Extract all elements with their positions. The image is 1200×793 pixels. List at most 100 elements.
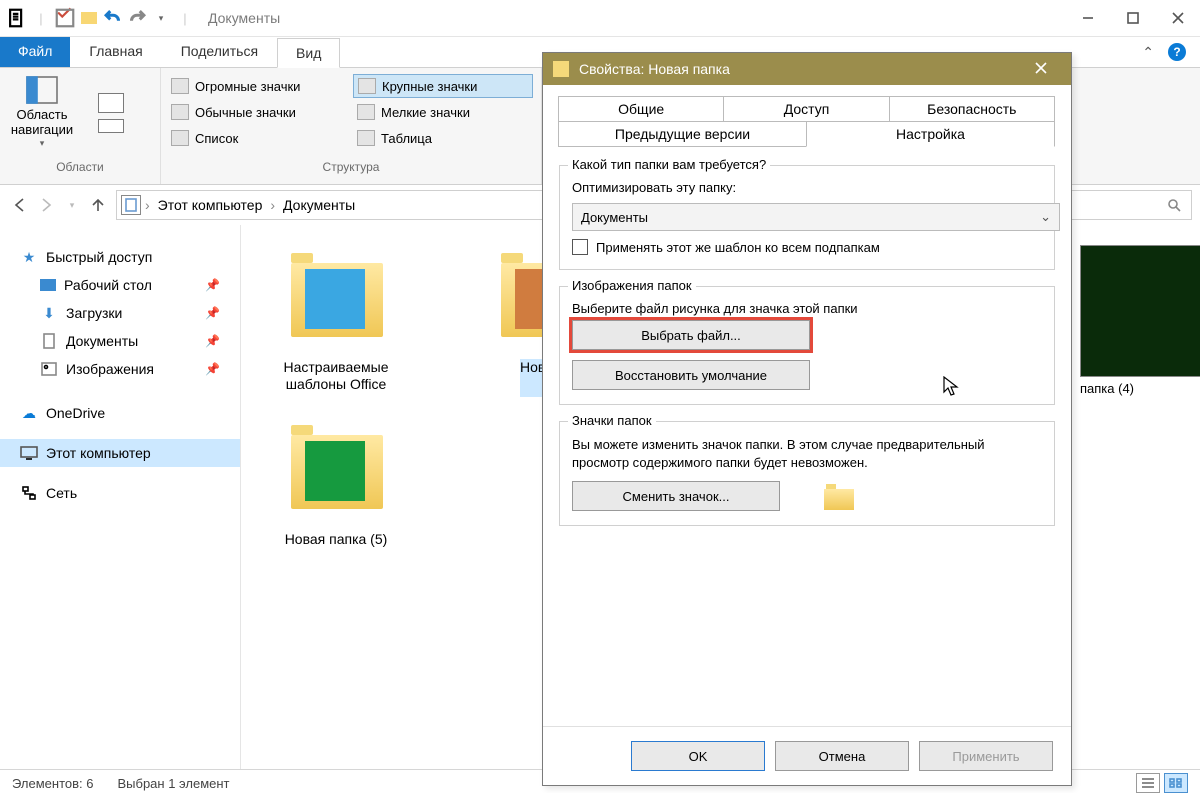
dialog-tab-share[interactable]: Доступ <box>723 96 889 122</box>
fs-folder-images: Изображения папок Выберите файл рисунка … <box>559 286 1055 405</box>
tab-share[interactable]: Поделиться <box>162 37 277 67</box>
layout-list[interactable]: Список <box>167 126 347 150</box>
folder-label: Новая папка (5) <box>285 531 388 569</box>
computer-icon <box>20 444 38 462</box>
minimize-button[interactable] <box>1065 3 1110 33</box>
folder-item[interactable]: Настраиваемые шаблоны Office <box>261 245 411 397</box>
folder-item[interactable]: Новая папка (5) <box>261 417 411 569</box>
maximize-button[interactable] <box>1110 3 1155 33</box>
ribbon-group-layout-label: Структура <box>161 156 541 176</box>
qat-separator: | <box>30 7 52 29</box>
desktop-icon <box>40 279 56 291</box>
dialog-tabs: Общие Доступ Безопасность Предыдущие вер… <box>559 97 1055 147</box>
folder-label: Настраиваемые шаблоны Office <box>261 359 411 397</box>
folder-icon <box>281 417 391 527</box>
tree-onedrive[interactable]: ☁OneDrive <box>0 399 240 427</box>
tree-quick-access[interactable]: ★Быстрый доступ <box>0 243 240 271</box>
chevron-down-icon: ▾ <box>40 138 45 148</box>
ribbon-group-panes-label: Области <box>0 156 160 176</box>
dialog-folder-icon <box>553 61 569 77</box>
folder-label: папка (4) <box>1080 381 1200 396</box>
dialog-tab-security[interactable]: Безопасность <box>889 96 1055 122</box>
folder-preview-icon <box>824 484 854 510</box>
onedrive-icon: ☁ <box>20 404 38 422</box>
dialog-tab-general[interactable]: Общие <box>558 96 724 122</box>
layout-small-icons[interactable]: Мелкие значки <box>353 100 533 124</box>
change-icon-button[interactable]: Сменить значок... <box>572 481 780 511</box>
folder-icon <box>1080 245 1200 377</box>
tree-downloads[interactable]: ⬇Загрузки📌 <box>0 299 240 327</box>
restore-default-button[interactable]: Восстановить умолчание <box>572 360 810 390</box>
optimize-select[interactable]: Документы ⌄ <box>572 203 1060 231</box>
layout-table[interactable]: Таблица <box>353 126 533 150</box>
nav-up-button[interactable] <box>86 193 110 217</box>
pin-icon: 📌 <box>205 362 220 376</box>
star-icon: ★ <box>20 248 38 266</box>
help-icon[interactable]: ? <box>1168 43 1186 61</box>
download-icon: ⬇ <box>40 304 58 322</box>
layout-large-icons[interactable]: Крупные значки <box>353 74 533 98</box>
cancel-button[interactable]: Отмена <box>775 741 909 771</box>
tab-view[interactable]: Вид <box>277 38 340 68</box>
view-large-icons-button[interactable] <box>1164 773 1188 793</box>
change-icon-hint: Вы можете изменить значок папки. В этом … <box>572 436 1042 471</box>
layout-normal-icons[interactable]: Обычные значки <box>167 100 347 124</box>
address-doc-icon <box>121 195 141 215</box>
preview-pane-icon[interactable] <box>98 93 124 113</box>
network-icon <box>20 484 38 502</box>
document-icon <box>40 332 58 350</box>
tree-network[interactable]: Сеть <box>0 479 240 507</box>
layout-huge-icons[interactable]: Огромные значки <box>167 74 347 98</box>
pin-icon: 📌 <box>205 278 220 292</box>
chevron-down-icon: ⌄ <box>1040 209 1051 225</box>
redo-icon[interactable] <box>126 7 148 29</box>
folder-item-cropped[interactable]: папка (4) <box>1080 245 1200 396</box>
tree-documents[interactable]: Документы📌 <box>0 327 240 355</box>
ribbon-collapse-icon[interactable]: ⌃ <box>1142 44 1154 61</box>
view-details-button[interactable] <box>1136 773 1160 793</box>
qat-props-icon[interactable] <box>54 7 76 29</box>
apply-button[interactable]: Применить <box>919 741 1053 771</box>
search-icon <box>1167 198 1181 212</box>
pin-icon: 📌 <box>205 306 220 320</box>
breadcrumb-root[interactable]: Этот компьютер <box>150 191 271 219</box>
dialog-button-bar: OK Отмена Применить <box>543 726 1071 785</box>
optimize-label: Оптимизировать эту папку: <box>572 180 1042 195</box>
tree-desktop[interactable]: Рабочий стол📌 <box>0 271 240 299</box>
window-title: Документы <box>208 10 280 26</box>
close-button[interactable] <box>1155 3 1200 33</box>
dialog-close-button[interactable] <box>1021 61 1061 77</box>
undo-icon[interactable] <box>102 7 124 29</box>
dialog-title: Свойства: Новая папка <box>579 61 730 77</box>
qat-dropdown-icon[interactable]: ▾ <box>150 7 172 29</box>
tree-this-pc[interactable]: Этот компьютер <box>0 439 240 467</box>
qat-folder-icon[interactable] <box>78 7 100 29</box>
dialog-tab-previous[interactable]: Предыдущие версии <box>558 121 807 147</box>
dialog-titlebar[interactable]: Свойства: Новая папка <box>543 53 1071 85</box>
optimize-value: Документы <box>581 210 648 225</box>
ribbon-group-panes: Область навигации ▾ Области <box>0 68 161 184</box>
fs-legend: Изображения папок <box>568 278 696 293</box>
pictures-icon <box>40 360 58 378</box>
apply-subfolders-checkbox[interactable]: Применять этот же шаблон ко всем подпапк… <box>572 239 1042 255</box>
dialog-tab-customize[interactable]: Настройка <box>806 121 1055 147</box>
choose-file-hint: Выберите файл рисунка для значка этой па… <box>572 301 1042 316</box>
fs-folder-icons: Значки папок Вы можете изменить значок п… <box>559 421 1055 526</box>
tab-file[interactable]: Файл <box>0 37 70 67</box>
window-titlebar: | ▾ | Документы <box>0 0 1200 37</box>
folder-icon <box>281 245 391 355</box>
status-count: Элементов: 6 <box>12 776 93 791</box>
details-pane-icon[interactable] <box>98 119 124 133</box>
ok-button[interactable]: OK <box>631 741 765 771</box>
tree-pictures[interactable]: Изображения📌 <box>0 355 240 383</box>
properties-dialog: Свойства: Новая папка Общие Доступ Безоп… <box>542 52 1072 786</box>
nav-back-button[interactable] <box>8 193 32 217</box>
breadcrumb-loc[interactable]: Документы <box>275 191 363 219</box>
nav-forward-button[interactable] <box>34 193 58 217</box>
tab-home[interactable]: Главная <box>70 37 161 67</box>
nav-history-dropdown[interactable]: ▾ <box>60 193 84 217</box>
qat-separator2: | <box>174 7 196 29</box>
qat-document-icon[interactable] <box>6 7 28 29</box>
nav-pane-button[interactable]: Область навигации ▾ <box>0 69 84 155</box>
choose-file-button[interactable]: Выбрать файл... <box>572 320 810 350</box>
